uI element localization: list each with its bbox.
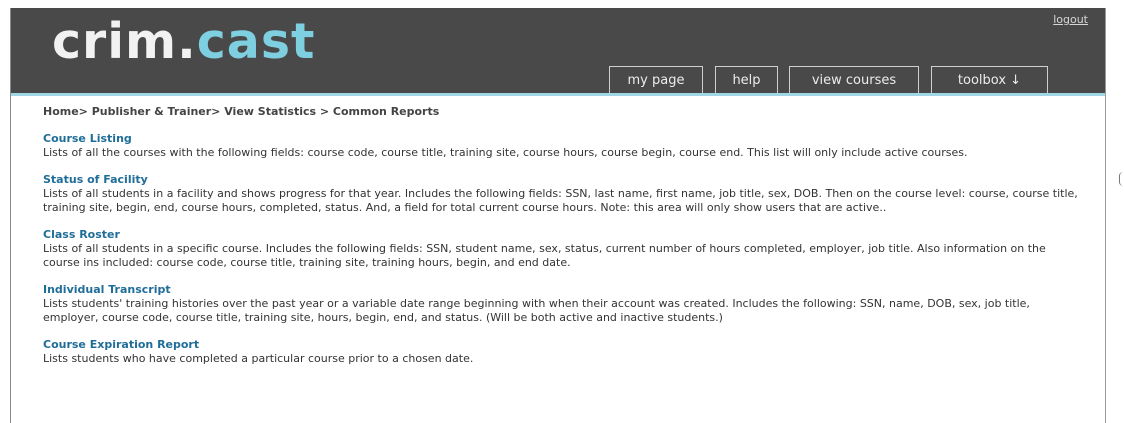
report-description: Lists of all students in a specific cour… — [43, 242, 1046, 269]
report-description: Lists of all the courses with the follow… — [43, 146, 968, 159]
logo-text-dot: . — [177, 13, 197, 70]
header-accent-divider — [11, 93, 1105, 96]
nav-tab-my-page[interactable]: my page — [609, 66, 703, 93]
report-description: Lists students' training histories over … — [43, 297, 1030, 324]
report-item-status-of-facility: Status of Facility Lists of all students… — [43, 173, 1083, 215]
report-link-individual-transcript[interactable]: Individual Transcript — [43, 283, 1083, 297]
scroll-handle-icon[interactable] — [1119, 172, 1123, 186]
report-link-class-roster[interactable]: Class Roster — [43, 228, 1083, 242]
report-description: Lists students who have completed a part… — [43, 352, 474, 365]
site-logo[interactable]: crim.cast — [52, 12, 315, 72]
report-link-course-listing[interactable]: Course Listing — [43, 132, 1083, 146]
main-content: Home> Publisher & Trainer> View Statisti… — [43, 101, 1083, 366]
report-link-course-expiration-report[interactable]: Course Expiration Report — [43, 338, 1083, 352]
site-header: crim.cast logout my page help view cours… — [11, 8, 1105, 93]
nav-tab-toolbox[interactable]: toolbox ↓ — [931, 66, 1048, 93]
report-item-course-listing: Course Listing Lists of all the courses … — [43, 132, 1083, 160]
report-item-course-expiration-report: Course Expiration Report Lists students … — [43, 338, 1083, 366]
nav-tab-view-courses[interactable]: view courses — [789, 66, 919, 93]
site-frame: crim.cast logout my page help view cours… — [10, 8, 1106, 423]
page: crim.cast logout my page help view cours… — [0, 0, 1124, 423]
nav-tab-help[interactable]: help — [715, 66, 778, 93]
logo-text-cast: cast — [196, 13, 316, 70]
report-description: Lists of all students in a facility and … — [43, 187, 1078, 214]
window-scrollbar[interactable] — [1118, 0, 1124, 423]
report-item-individual-transcript: Individual Transcript Lists students' tr… — [43, 283, 1083, 325]
logo-text-crim: crim — [52, 13, 178, 70]
breadcrumb: Home> Publisher & Trainer> View Statisti… — [43, 105, 440, 118]
logout-link[interactable]: logout — [1053, 13, 1088, 26]
report-link-status-of-facility[interactable]: Status of Facility — [43, 173, 1083, 187]
report-item-class-roster: Class Roster Lists of all students in a … — [43, 228, 1083, 270]
